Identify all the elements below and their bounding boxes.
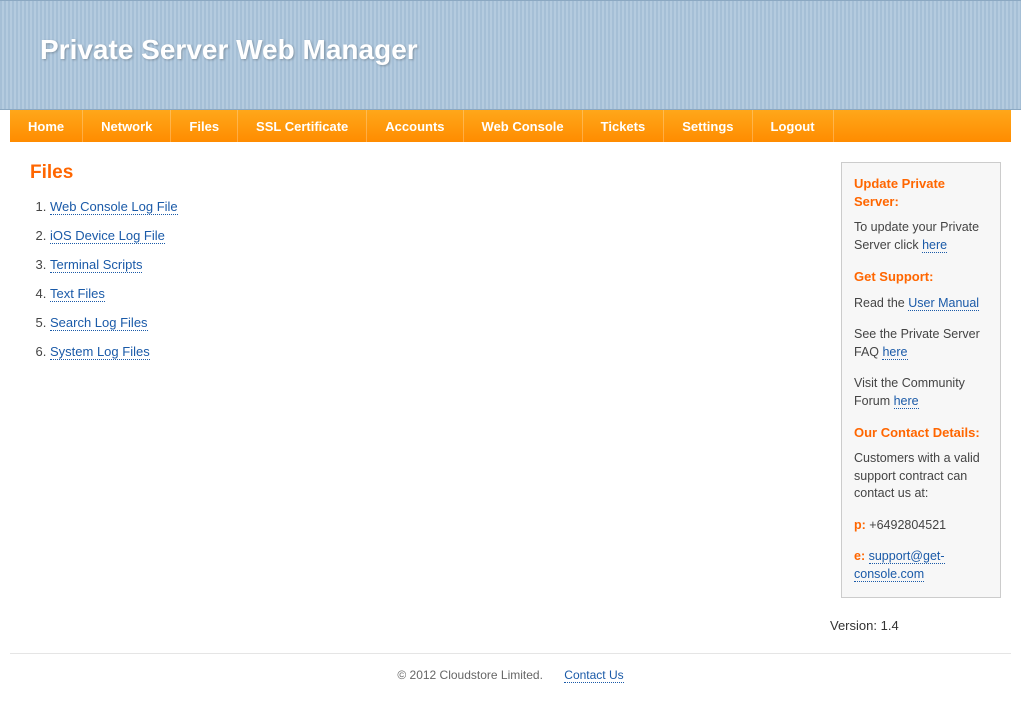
sidebar-email-link[interactable]: support@get-console.com <box>854 549 945 582</box>
list-item: Text Files <box>50 286 821 301</box>
sidebar-phone-value: +6492804521 <box>869 518 946 532</box>
file-link-system-log-files[interactable]: System Log Files <box>50 344 150 360</box>
version-value: 1.4 <box>881 618 899 633</box>
footer-contact-link[interactable]: Contact Us <box>564 668 623 683</box>
version-line: Version: 1.4 <box>830 608 1021 653</box>
file-link-text-files[interactable]: Text Files <box>50 286 105 302</box>
nav-ssl-certificate[interactable]: SSL Certificate <box>238 110 367 142</box>
nav-web-console[interactable]: Web Console <box>464 110 583 142</box>
sidebar: Update Private Server: To update your Pr… <box>841 162 1001 598</box>
main-column: Files Web Console Log File iOS Device Lo… <box>30 162 821 373</box>
file-link-terminal-scripts[interactable]: Terminal Scripts <box>50 257 142 273</box>
nav-home[interactable]: Home <box>10 110 83 142</box>
header-banner: Private Server Web Manager <box>0 0 1021 110</box>
file-list: Web Console Log File iOS Device Log File… <box>30 199 821 359</box>
sidebar-update-text: To update your Private Server click here <box>854 219 988 254</box>
sidebar-email: e: support@get-console.com <box>854 548 988 583</box>
nav-settings[interactable]: Settings <box>664 110 752 142</box>
sidebar-faq-link[interactable]: here <box>882 345 907 360</box>
sidebar-contact-text: Customers with a valid support contract … <box>854 450 988 503</box>
nav-accounts[interactable]: Accounts <box>367 110 463 142</box>
nav-network[interactable]: Network <box>83 110 171 142</box>
list-item: Search Log Files <box>50 315 821 330</box>
list-item: iOS Device Log File <box>50 228 821 243</box>
nav-bar: Home Network Files SSL Certificate Accou… <box>10 110 1011 142</box>
list-item: Terminal Scripts <box>50 257 821 272</box>
nav-tickets[interactable]: Tickets <box>583 110 665 142</box>
nav-files[interactable]: Files <box>171 110 238 142</box>
sidebar-forum-link[interactable]: here <box>894 394 919 409</box>
file-link-web-console-log[interactable]: Web Console Log File <box>50 199 178 215</box>
list-item: Web Console Log File <box>50 199 821 214</box>
sidebar-support-faq: See the Private Server FAQ here <box>854 326 988 361</box>
sidebar-phone-label: p: <box>854 518 866 532</box>
sidebar-support-faq-pre: See the Private Server FAQ <box>854 327 980 359</box>
file-link-ios-device-log[interactable]: iOS Device Log File <box>50 228 165 244</box>
version-label: Version: <box>830 618 877 633</box>
file-link-search-log-files[interactable]: Search Log Files <box>50 315 148 331</box>
sidebar-update-link[interactable]: here <box>922 238 947 253</box>
sidebar-user-manual-link[interactable]: User Manual <box>908 296 979 311</box>
footer-copyright: © 2012 Cloudstore Limited. <box>397 668 543 682</box>
sidebar-update-text-pre: To update your Private Server click <box>854 220 979 252</box>
sidebar-update-heading: Update Private Server: <box>854 175 988 211</box>
sidebar-support-read-pre: Read the <box>854 296 908 310</box>
list-item: System Log Files <box>50 344 821 359</box>
nav-logout[interactable]: Logout <box>753 110 834 142</box>
sidebar-support-forum: Visit the Community Forum here <box>854 375 988 410</box>
sidebar-support-heading: Get Support: <box>854 268 988 286</box>
sidebar-support-read: Read the User Manual <box>854 295 988 313</box>
content-wrap: Files Web Console Log File iOS Device Lo… <box>0 142 1021 608</box>
sidebar-email-label: e: <box>854 549 865 563</box>
page-heading: Files <box>30 162 821 184</box>
footer: © 2012 Cloudstore Limited. Contact Us <box>10 653 1011 702</box>
sidebar-phone: p: +6492804521 <box>854 517 988 535</box>
app-title: Private Server Web Manager <box>40 34 418 66</box>
sidebar-contact-heading: Our Contact Details: <box>854 424 988 442</box>
